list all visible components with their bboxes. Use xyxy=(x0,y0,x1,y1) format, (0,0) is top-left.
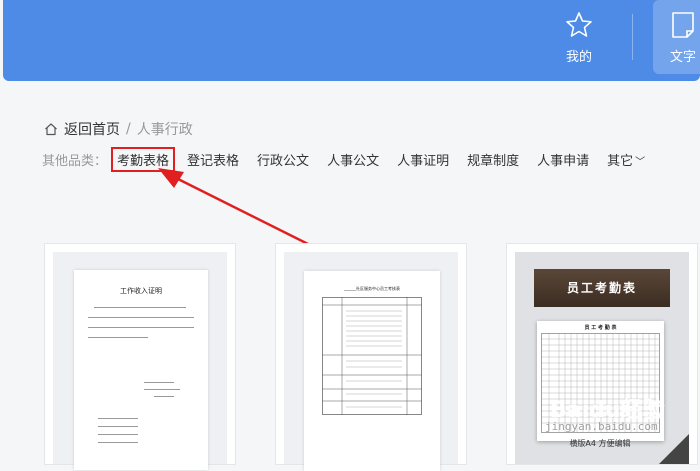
document-title: 工作收入证明 xyxy=(120,287,162,295)
template-card[interactable]: 工作收入证明 xyxy=(44,243,236,470)
breadcrumb: 返回首页 / 人事行政 xyxy=(44,119,193,139)
card-thumbnail: ______社区服务中心员工考核表 xyxy=(284,252,458,471)
category-admin-docs[interactable]: 行政公文 xyxy=(257,150,309,169)
template-card[interactable]: 员工考勤表 员 工 考 勤 表 Baidu经验 jingyan.baidu.co… xyxy=(506,243,698,465)
category-hr-certificates[interactable]: 人事证明 xyxy=(397,150,449,169)
category-attendance[interactable]: 考勤表格 xyxy=(111,146,176,172)
breadcrumb-current: 人事行政 xyxy=(136,122,193,138)
category-hr-requests[interactable]: 人事申请 xyxy=(537,150,589,169)
card-thumbnail: 工作收入证明 xyxy=(53,252,227,470)
document-title: ______社区服务中心员工考核表 xyxy=(344,286,400,291)
category-regulations[interactable]: 规章制度 xyxy=(467,150,519,169)
preview-banner: 员工考勤表 xyxy=(534,269,670,307)
breadcrumb-separator: / xyxy=(126,121,131,137)
document-preview: 工作收入证明 xyxy=(74,270,208,470)
sheet-title: 员 工 考 勤 表 xyxy=(584,325,617,331)
category-bar: 其他品类： 考勤表格 登记表格 行政公文 人事公文 人事证明 规章制度 人事申请… xyxy=(42,146,663,172)
nav-item-mine[interactable]: 我的 xyxy=(543,0,615,74)
breadcrumb-home-link[interactable]: 返回首页 xyxy=(64,119,120,139)
category-other-label: 其它 xyxy=(607,153,634,169)
nav-label-text: 文字 xyxy=(669,50,696,65)
card-thumbnail: 员工考勤表 员 工 考 勤 表 Baidu经验 jingyan.baidu.co… xyxy=(515,252,689,464)
nav-label-mine: 我的 xyxy=(565,50,592,65)
nav-item-text[interactable]: 文字 xyxy=(653,0,700,74)
document-preview: ______社区服务中心员工考核表 xyxy=(304,271,440,471)
category-label: 其他品类： xyxy=(42,153,108,169)
template-card[interactable]: ______社区服务中心员工考核表 xyxy=(275,243,467,471)
corner-ribbon xyxy=(659,434,689,464)
preview-footer: 横版A4 方便编辑 xyxy=(569,439,631,448)
watermark-url: jingyan.baidu.com xyxy=(545,420,658,433)
home-icon[interactable] xyxy=(44,122,58,136)
chevron-down-icon: ﹀ xyxy=(635,156,646,168)
category-hr-docs[interactable]: 人事公文 xyxy=(327,150,379,169)
category-other[interactable]: 其它 ﹀ xyxy=(607,150,645,169)
star-icon xyxy=(566,12,592,37)
document-icon xyxy=(672,12,694,38)
category-registration[interactable]: 登记表格 xyxy=(187,150,239,169)
nav-divider xyxy=(632,14,633,60)
preview-banner-title: 员工考勤表 xyxy=(566,281,637,295)
table-graphic xyxy=(322,297,422,415)
